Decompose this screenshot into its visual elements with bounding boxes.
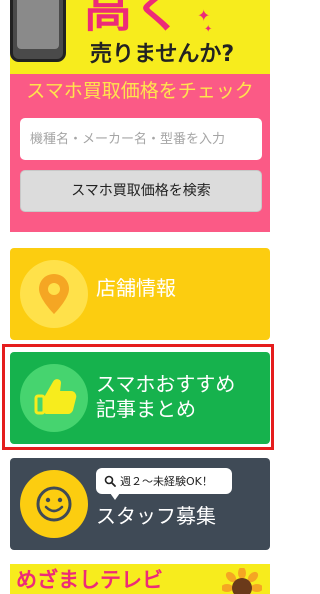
promo-subtitle: 売りませんか?: [90, 42, 235, 67]
price-check-banner: 高く ✦ ✦ 売りませんか? スマホ買取価格をチェック スマホ買取価格を検索: [10, 0, 270, 232]
staff-recruit-tile[interactable]: 週２～未経験OK！ スタッフ募集: [10, 458, 270, 550]
banner-headline: スマホ買取価格をチェック: [26, 80, 254, 102]
tv-feature-banner[interactable]: めざましテレビ: [10, 564, 270, 594]
promo-image[interactable]: 高く ✦ ✦ 売りませんか?: [10, 0, 270, 74]
search-input[interactable]: [20, 118, 262, 160]
sparkle-icon: ✦: [204, 24, 213, 35]
sparkle-icon: ✦: [197, 6, 211, 25]
store-info-label: 店舗情報: [96, 276, 176, 300]
sunflower-icon: [222, 568, 262, 594]
articles-tile[interactable]: スマホおすすめ 記事まとめ: [10, 352, 270, 444]
store-info-tile[interactable]: 店舗情報: [10, 248, 270, 340]
search-icon: [104, 475, 116, 487]
map-pin-icon: [20, 260, 88, 328]
thumbs-up-icon: [20, 364, 88, 432]
smartphone-illustration: [10, 0, 66, 62]
recruit-badge-text: 週２～未経験OK！: [120, 475, 213, 488]
tv-banner-text: めざましテレビ: [16, 568, 163, 592]
articles-label-line2: 記事まとめ: [96, 397, 196, 421]
staff-recruit-label: スタッフ募集: [96, 504, 216, 528]
search-button[interactable]: スマホ買取価格を検索: [20, 170, 262, 212]
smiley-icon: [20, 470, 88, 538]
recruit-badge: 週２～未経験OK！: [96, 468, 232, 500]
promo-big-text: 高く: [84, 0, 185, 38]
articles-label-line1: スマホおすすめ: [96, 372, 236, 396]
